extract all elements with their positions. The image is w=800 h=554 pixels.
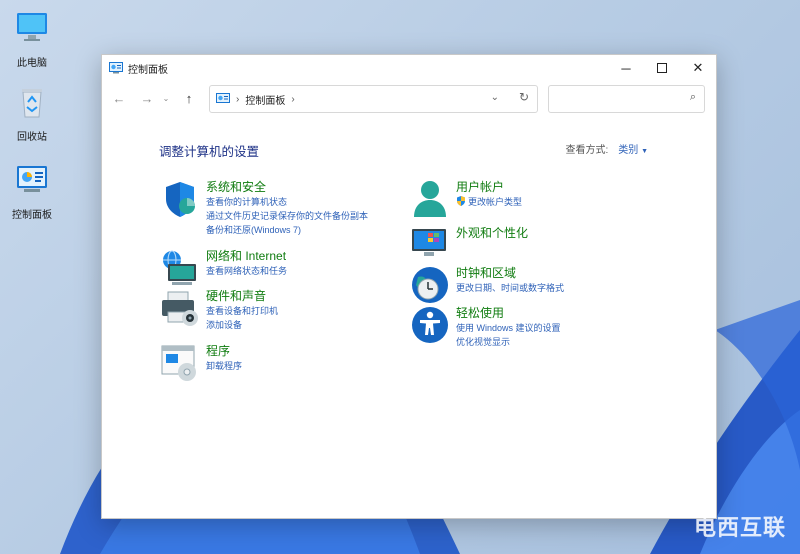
category-link[interactable]: 使用 Windows 建议的设置 (456, 321, 561, 335)
page-heading: 调整计算机的设置 (159, 145, 260, 159)
category-title[interactable]: 程序 (206, 343, 242, 359)
title-bar[interactable]: 控制面板 ─ ✕ (102, 55, 716, 81)
control-panel-icon (109, 62, 123, 74)
clock-globe-icon (412, 267, 448, 303)
arrow-right-icon: → (140, 90, 154, 106)
caption-buttons: ─ ✕ (608, 55, 716, 81)
category-link[interactable]: 通过文件历史记录保存你的文件备份副本 (206, 209, 368, 223)
accessibility-icon (412, 307, 448, 343)
arrow-left-icon: ← (112, 90, 126, 106)
appearance-icon (412, 229, 446, 256)
category-title[interactable]: 用户帐户 (456, 179, 522, 195)
category-link[interactable]: 查看你的计算机状态 (206, 195, 368, 209)
arrow-up-icon: ↑ (185, 90, 193, 106)
uac-shield-icon (457, 196, 465, 206)
desktop-icon-recycle-bin[interactable]: 回收站 (0, 84, 64, 143)
desktop-icon-this-pc[interactable]: 此电脑 (0, 10, 64, 69)
refresh-button[interactable]: ↻ (519, 90, 529, 104)
desktop-icon-label: 回收站 (17, 132, 47, 143)
recycle-bin-icon (22, 89, 42, 118)
category-hardware-sound: 硬件和声音 查看设备和打印机 添加设备 (160, 288, 278, 332)
minimize-icon: ─ (621, 60, 631, 76)
category-title[interactable]: 时钟和区域 (456, 265, 564, 281)
category-clock-region: 时钟和区域 更改日期、时间或数字格式 (410, 265, 564, 305)
category-appearance: 外观和个性化 (410, 225, 528, 265)
close-button[interactable]: ✕ (680, 55, 716, 81)
category-user-accounts: 用户帐户 更改帐户类型 (410, 179, 522, 219)
category-link[interactable]: 查看网络状态和任务 (206, 264, 287, 278)
category-link[interactable]: 更改帐户类型 (456, 195, 522, 209)
view-by: 查看方式: 类别 ▼ (566, 141, 649, 156)
control-panel-icon (216, 93, 230, 103)
printer-icon (162, 291, 198, 326)
category-title[interactable]: 网络和 Internet (206, 248, 287, 264)
minimize-button[interactable]: ─ (608, 55, 644, 81)
up-button[interactable]: ↑ (177, 86, 201, 110)
network-globe-icon (163, 250, 196, 285)
close-icon: ✕ (692, 60, 704, 75)
category-title[interactable]: 轻松使用 (456, 305, 561, 321)
search-icon: ⌕ (689, 91, 696, 103)
category-link[interactable]: 卸载程序 (206, 359, 242, 373)
breadcrumb-item[interactable]: 控制面板 (245, 92, 285, 107)
caret-down-icon: ▼ (641, 148, 648, 155)
monitor-icon (17, 13, 47, 41)
user-icon (414, 181, 446, 217)
address-dropdown-button[interactable]: ⌄ (491, 92, 499, 103)
navigation-bar: ← → ⌄ ↑ › 控制面板 › ⌄ ↻ ⌕ (102, 81, 716, 115)
category-programs: 程序 卸载程序 (160, 343, 242, 383)
control-panel-icon (17, 166, 47, 192)
category-title[interactable]: 外观和个性化 (456, 225, 528, 241)
category-link[interactable]: 更改日期、时间或数字格式 (456, 281, 564, 295)
category-title[interactable]: 硬件和声音 (206, 288, 278, 304)
address-bar[interactable]: › 控制面板 › ⌄ ↻ (209, 85, 538, 113)
category-link[interactable]: 备份和还原(Windows 7) (206, 223, 368, 237)
desktop-icon-label: 此电脑 (17, 58, 47, 69)
chevron-down-icon: ⌄ (162, 93, 170, 103)
category-link[interactable]: 查看设备和打印机 (206, 304, 278, 318)
desktop-icon-control-panel[interactable]: 控制面板 (0, 162, 64, 221)
view-by-label: 查看方式: (565, 145, 609, 156)
desktop-icon-label: 控制面板 (12, 210, 52, 221)
shield-icon (166, 182, 195, 217)
category-link[interactable]: 添加设备 (206, 318, 278, 332)
watermark: 电西互联 (693, 515, 786, 540)
view-by-dropdown[interactable]: 类别 ▼ (618, 145, 648, 156)
control-panel-window: 控制面板 ─ ✕ ← → ⌄ ↑ › 控制面板 › ⌄ ↻ ⌕ 调整计算机的设置… (101, 54, 717, 519)
window-title: 控制面板 (128, 64, 168, 76)
back-button[interactable]: ← (107, 86, 131, 110)
search-input[interactable]: ⌕ (548, 85, 705, 113)
category-network-internet: 网络和 Internet 查看网络状态和任务 (160, 248, 287, 288)
programs-icon (161, 345, 196, 381)
breadcrumb-separator-icon: › (236, 93, 240, 105)
forward-button[interactable]: → (135, 86, 159, 110)
recent-locations-button[interactable]: ⌄ (159, 86, 173, 110)
breadcrumb-separator-icon[interactable]: › (291, 94, 294, 105)
maximize-icon (657, 63, 667, 73)
category-title[interactable]: 系统和安全 (206, 179, 368, 195)
category-ease-of-access: 轻松使用 使用 Windows 建议的设置 优化视觉显示 (410, 305, 561, 349)
maximize-button[interactable] (644, 55, 680, 81)
category-link[interactable]: 优化视觉显示 (456, 335, 561, 349)
category-system-security: 系统和安全 查看你的计算机状态 通过文件历史记录保存你的文件备份副本 备份和还原… (160, 179, 368, 237)
refresh-icon: ↻ (518, 90, 529, 104)
chevron-down-icon: ⌄ (490, 92, 499, 103)
